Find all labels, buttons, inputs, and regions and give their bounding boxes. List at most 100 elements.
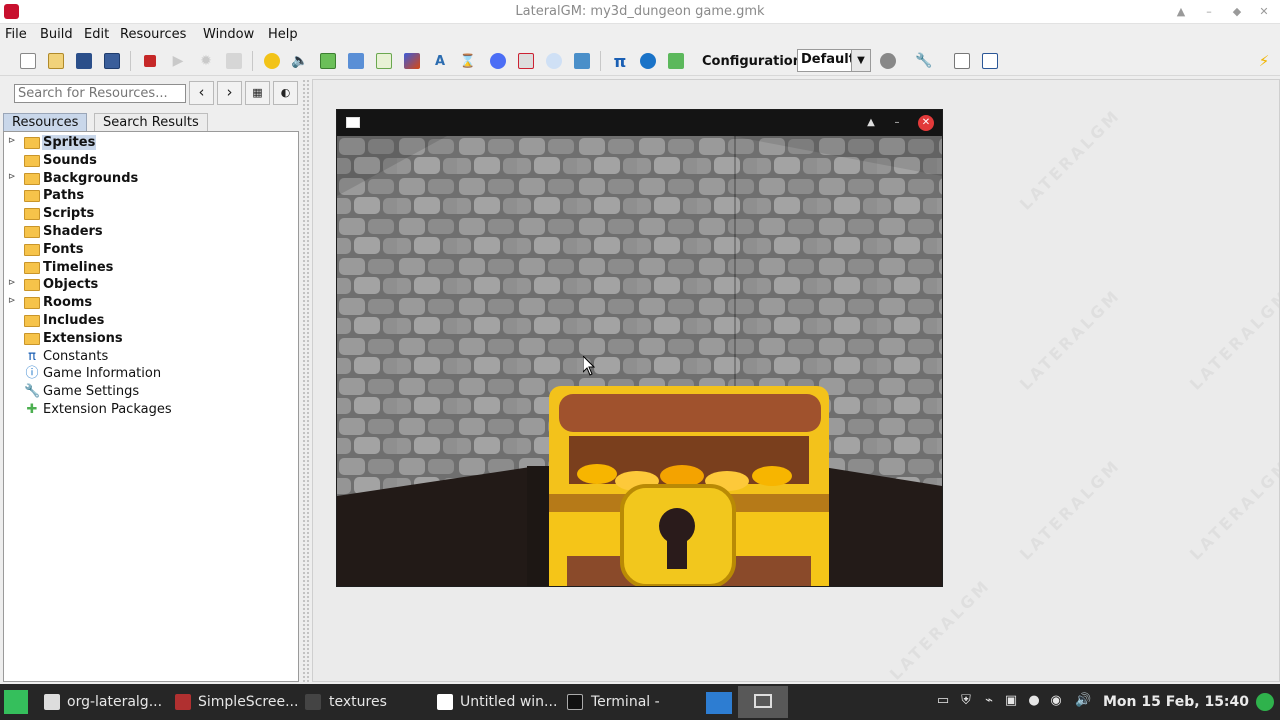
menu-resources[interactable]: Resources xyxy=(120,27,186,42)
workspace-1[interactable] xyxy=(706,692,732,714)
close-icon[interactable]: ✕ xyxy=(1255,3,1273,21)
discord-icon[interactable]: ◉ xyxy=(1048,693,1064,709)
tree-item-rooms[interactable]: ⊳ Rooms xyxy=(4,294,294,312)
window-icon xyxy=(346,117,360,128)
tree-item-scripts[interactable]: Scripts xyxy=(4,205,294,223)
tree-item-extensions[interactable]: Extensions xyxy=(4,330,294,348)
menu-build[interactable]: Build xyxy=(40,27,73,42)
tree-item-game-information[interactable]: ⓘ Game Information xyxy=(4,365,294,383)
chevron-down-icon[interactable]: ▼ xyxy=(851,49,871,72)
stop-icon[interactable] xyxy=(138,49,162,73)
folder-icon xyxy=(24,208,40,221)
preferences-wrench-icon[interactable]: 🔧 xyxy=(912,49,936,73)
restore-icon[interactable]: ◆ xyxy=(1228,3,1246,21)
filter-icon[interactable]: ◐ xyxy=(273,81,298,105)
menu-file[interactable]: File xyxy=(5,27,27,42)
menu-edit[interactable]: Edit xyxy=(84,27,109,42)
sound-icon[interactable]: 🔈 xyxy=(288,49,312,73)
back-arrow-icon[interactable]: ‹ xyxy=(189,81,214,105)
tree-item-fonts[interactable]: Fonts xyxy=(4,241,294,259)
extension-icon[interactable] xyxy=(570,49,594,73)
search-input[interactable] xyxy=(14,84,186,103)
shield-icon[interactable]: ⛨ xyxy=(958,693,974,709)
taskbar-item-textures[interactable]: textures xyxy=(329,684,387,720)
minimize-icon[interactable]: – xyxy=(889,115,905,131)
update-indicator-icon[interactable] xyxy=(1256,693,1274,711)
tree-item-objects[interactable]: ⊳ Objects xyxy=(4,276,294,294)
edit-configuration-icon[interactable] xyxy=(876,49,900,73)
search-options-icon[interactable]: ▦ xyxy=(245,81,270,105)
tab-search-results[interactable]: Search Results xyxy=(94,113,208,131)
manjaro-menu-icon[interactable] xyxy=(4,690,28,714)
debug-icon[interactable]: ✹ xyxy=(194,49,218,73)
run-icon[interactable]: ▶ xyxy=(166,49,190,73)
minimize-icon[interactable]: – xyxy=(1200,3,1218,21)
watermark: LATERALGM xyxy=(1185,455,1280,564)
tree-item-label: Game Information xyxy=(43,366,162,382)
sprite-icon[interactable] xyxy=(260,49,284,73)
configuration-select[interactable]: Default ▼ xyxy=(797,49,873,72)
tree-item-label: Rooms xyxy=(43,295,93,311)
tree-item-extension-packages[interactable]: ✚ Extension Packages xyxy=(4,401,294,419)
object-icon[interactable] xyxy=(486,49,510,73)
taskbar-item-untitled-window[interactable]: Untitled win... xyxy=(460,684,557,720)
camera-icon[interactable]: ● xyxy=(1026,693,1042,709)
help-book-icon[interactable] xyxy=(978,49,1002,73)
tree-item-backgrounds[interactable]: ⊳ Backgrounds xyxy=(4,170,294,188)
splitter-handle[interactable] xyxy=(302,79,310,682)
open-file-icon[interactable] xyxy=(44,49,68,73)
expand-toggle-icon[interactable]: ⊳ xyxy=(8,296,16,306)
constants-icon[interactable]: π xyxy=(608,49,632,73)
taskbar-item-simplescreenrecorder[interactable]: SimpleScree... xyxy=(198,684,298,720)
game-information-icon[interactable] xyxy=(636,49,660,73)
background-icon[interactable] xyxy=(316,49,340,73)
save-icon[interactable] xyxy=(72,49,96,73)
tree-item-sprites[interactable]: ⊳ Sprites xyxy=(4,134,294,152)
room-icon[interactable] xyxy=(514,49,538,73)
expand-toggle-icon[interactable]: ⊳ xyxy=(8,136,16,146)
power-icon[interactable]: ⚡ xyxy=(1252,49,1276,73)
new-file-icon[interactable] xyxy=(16,49,40,73)
workspace-2[interactable] xyxy=(738,686,788,718)
volume-icon[interactable]: 🔊 xyxy=(1075,693,1091,709)
tree-item-includes[interactable]: Includes xyxy=(4,312,294,330)
paperclip-icon[interactable]: ⌁ xyxy=(981,693,997,709)
watermark: LATERALGM xyxy=(1015,455,1125,564)
tree-item-sounds[interactable]: Sounds xyxy=(4,152,294,170)
script-icon[interactable] xyxy=(372,49,396,73)
screenshot-icon[interactable]: ▣ xyxy=(1003,693,1019,709)
game-window-titlebar[interactable]: ▲ – ✕ xyxy=(337,110,942,136)
game-viewport[interactable] xyxy=(337,136,942,586)
menu-help[interactable]: Help xyxy=(268,27,298,42)
menu-window[interactable]: Window xyxy=(203,27,254,42)
tree-item-label: Extensions xyxy=(43,330,123,346)
tree-item-timelines[interactable]: Timelines xyxy=(4,259,294,277)
tree-item-shaders[interactable]: Shaders xyxy=(4,223,294,241)
dungeon-scene xyxy=(337,136,942,586)
shader-icon[interactable] xyxy=(400,49,424,73)
shade-icon[interactable]: ▲ xyxy=(863,115,879,131)
expand-toggle-icon[interactable]: ⊳ xyxy=(8,172,16,182)
tree-item-paths[interactable]: Paths xyxy=(4,187,294,205)
tab-resources[interactable]: Resources xyxy=(3,113,88,131)
extension-packages-icon[interactable] xyxy=(664,49,688,73)
game-window[interactable]: ▲ – ✕ xyxy=(336,109,943,587)
tree-item-game-settings[interactable]: 🔧 Game Settings xyxy=(4,383,294,401)
font-icon[interactable]: A xyxy=(428,49,452,73)
close-icon[interactable]: ✕ xyxy=(918,115,934,131)
include-icon[interactable] xyxy=(542,49,566,73)
folder-icon xyxy=(24,172,40,185)
clock[interactable]: Mon 15 Feb, 15:40 xyxy=(1103,684,1249,720)
save-as-icon[interactable] xyxy=(100,49,124,73)
build-icon[interactable] xyxy=(222,49,246,73)
taskbar-item-terminal[interactable]: Terminal - xyxy=(591,684,660,720)
path-icon[interactable] xyxy=(344,49,368,73)
shade-icon[interactable]: ▲ xyxy=(1172,3,1190,21)
tree-item-constants[interactable]: π Constants xyxy=(4,348,294,366)
forward-arrow-icon[interactable]: › xyxy=(217,81,242,105)
expand-toggle-icon[interactable]: ⊳ xyxy=(8,278,16,288)
taskbar-item-lateralgm[interactable]: org-lateralg... xyxy=(67,684,162,720)
manual-icon[interactable] xyxy=(950,49,974,73)
timeline-icon[interactable]: ⌛ xyxy=(456,49,480,73)
window-tray-icon[interactable]: ▭ xyxy=(935,693,951,709)
